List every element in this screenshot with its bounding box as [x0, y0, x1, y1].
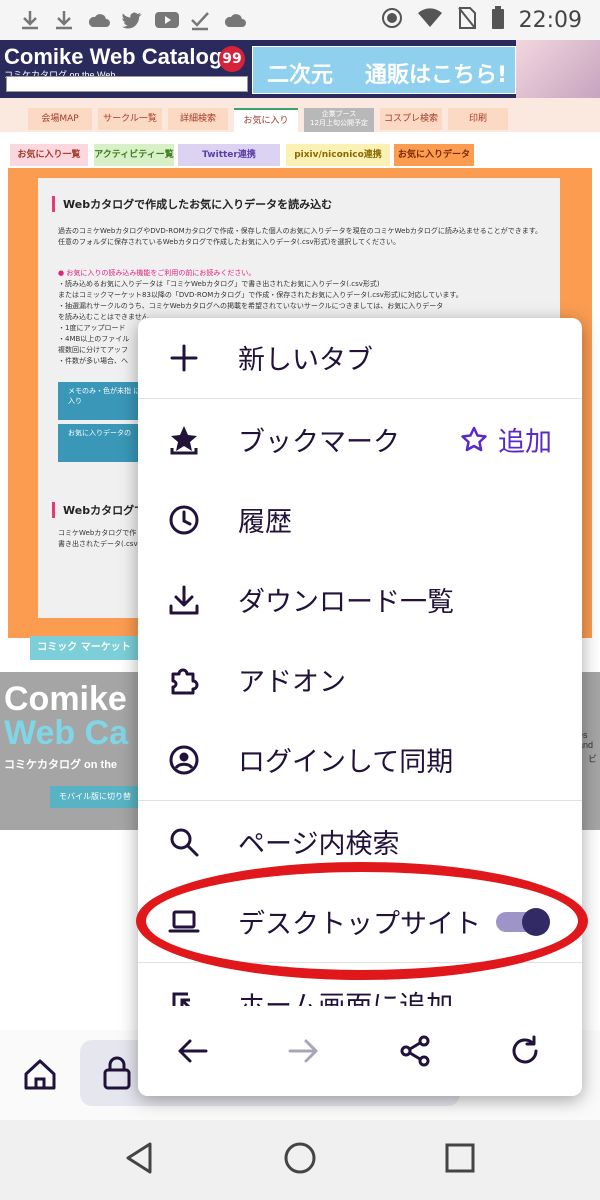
- subtab-favorites-list[interactable]: お気に入り一覧: [10, 144, 88, 166]
- menu-item-history[interactable]: 履歴: [138, 480, 582, 560]
- section-title-import: Webカタログで作成したお気に入りデータを読み込む: [52, 196, 332, 212]
- subtab-activity[interactable]: アクティビティー覧: [94, 144, 174, 166]
- download-notification-icon: [18, 8, 42, 32]
- ad-banner[interactable]: 二次元 通販はこちら!: [252, 46, 516, 94]
- plus-icon: [168, 342, 200, 374]
- subtab-favorite-data[interactable]: お気に入りデータ: [394, 144, 474, 166]
- reload-icon[interactable]: [508, 1034, 542, 1068]
- bookmark-star-icon: [168, 424, 200, 456]
- section-title-export: Webカタログで: [52, 502, 145, 518]
- menu-item-bookmarks[interactable]: ブックマーク 追加: [138, 400, 582, 480]
- cloud-icon: [86, 8, 110, 32]
- subtab-pixiv-niconico[interactable]: pixiv/niconico連携: [286, 144, 390, 166]
- share-icon[interactable]: [398, 1034, 432, 1068]
- search-icon: [168, 826, 200, 858]
- no-sim-icon: [457, 6, 477, 34]
- recents-icon[interactable]: [442, 1140, 478, 1180]
- comic-market-banner[interactable]: コミック マーケット: [30, 636, 138, 660]
- home-circle-icon[interactable]: [282, 1140, 318, 1180]
- home-button[interactable]: [18, 1052, 62, 1096]
- lock-icon[interactable]: [102, 1056, 132, 1094]
- clock-time: 22:09: [518, 7, 582, 33]
- cloud-icon: [222, 8, 246, 32]
- footer-logo-subtitle: コミケカタログ on the: [4, 759, 118, 771]
- footer-logo-title-2: Web Ca: [4, 714, 129, 752]
- add-bookmark-button[interactable]: 追加: [460, 420, 552, 459]
- do-not-disturb-icon: [381, 7, 403, 33]
- nav-print[interactable]: 印刷: [448, 108, 508, 130]
- account-icon: [168, 744, 200, 776]
- android-nav-bar: [0, 1120, 600, 1200]
- check-icon: [188, 8, 212, 32]
- status-bar: 22:09: [0, 0, 600, 40]
- nav-detail-search[interactable]: 詳細検索: [168, 108, 228, 130]
- menu-divider: [138, 800, 582, 801]
- wifi-icon: [417, 7, 443, 33]
- nav-company-booth[interactable]: 企業ブース 12月上旬公開予定: [304, 108, 374, 132]
- nav-circle-list[interactable]: サークル一覧: [98, 108, 162, 130]
- edition-badge: 99: [219, 46, 245, 72]
- nav-cosplay-search[interactable]: コスプレ検索: [380, 108, 442, 130]
- youtube-icon: [154, 8, 179, 32]
- puzzle-icon: [168, 664, 200, 696]
- download-notification-icon: [52, 8, 76, 32]
- menu-navigation-row: [138, 1006, 582, 1096]
- menu-item-downloads[interactable]: ダウンロード一覧: [138, 560, 582, 640]
- nav-favorites[interactable]: お気に入り: [234, 108, 298, 132]
- subtab-twitter[interactable]: Twitter連携: [178, 144, 280, 166]
- menu-divider: [138, 398, 582, 399]
- highlight-annotation: [136, 862, 588, 980]
- site-nav: 会場MAP サークル一覧 詳細検索 お気に入り 企業ブース 12月上旬公開予定 コ…: [0, 98, 600, 132]
- site-header: Comike Web Catalog コミケカタログ on the Web 99…: [0, 40, 600, 98]
- menu-item-new-tab[interactable]: 新しいタブ: [138, 318, 582, 398]
- nav-venue-map[interactable]: 会場MAP: [28, 108, 92, 130]
- forward-arrow-icon[interactable]: [286, 1034, 320, 1068]
- back-arrow-icon[interactable]: [176, 1034, 210, 1068]
- switch-to-mobile-button[interactable]: モバイル版に切り替: [50, 786, 140, 808]
- twitter-icon: [120, 8, 144, 32]
- menu-item-addons[interactable]: アドオン: [138, 640, 582, 720]
- star-outline-icon: [461, 426, 487, 451]
- menu-item-sync-login[interactable]: ログインして同期: [138, 720, 582, 800]
- import-description: 過去のコミケWebカタログやDVD-ROMカタログで作成・保存した個人のお気に入…: [58, 227, 542, 246]
- clock-icon: [168, 504, 200, 536]
- site-search-input[interactable]: [6, 76, 248, 92]
- download-icon: [168, 584, 200, 616]
- battery-icon: [491, 6, 505, 34]
- back-icon[interactable]: [122, 1140, 158, 1180]
- home-icon: [24, 1059, 56, 1090]
- footer-snippet-2: ビ: [588, 754, 598, 764]
- ad-character-image: [516, 40, 600, 98]
